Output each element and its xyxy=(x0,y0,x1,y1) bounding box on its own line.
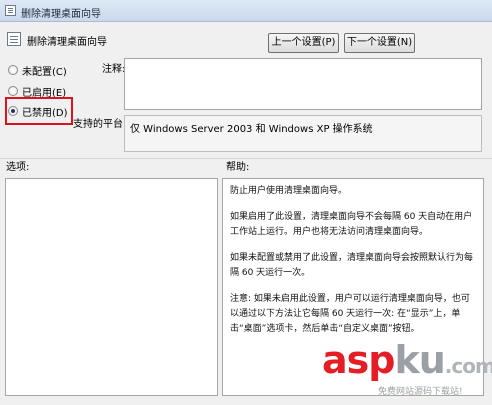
comment-textarea[interactable] xyxy=(124,58,482,110)
window-title: 删除清理桌面向导 xyxy=(21,9,101,20)
watermark-part-b: ku xyxy=(394,338,445,382)
help-label: 帮助: xyxy=(226,162,250,173)
setting-icon xyxy=(7,32,21,46)
radio-button[interactable] xyxy=(8,65,18,75)
radio-label: 未配置(C) xyxy=(22,66,67,78)
watermark-part-c: .com xyxy=(444,354,492,378)
help-paragraph: 防止用户使用清理桌面向导。 xyxy=(230,186,348,196)
highlight-annotation xyxy=(5,97,73,125)
next-setting-button[interactable]: 下一个设置(N) xyxy=(344,33,415,53)
setting-title: 删除清理桌面向导 xyxy=(27,37,107,48)
help-paragraph: 如果启用了此设置，清理桌面向导不会每隔 60 天自动在用户工作站上运行。用户也将… xyxy=(230,212,473,237)
window-titlebar: 删除清理桌面向导 xyxy=(0,0,492,22)
options-label: 选项: xyxy=(6,162,30,173)
radio-button[interactable] xyxy=(8,86,18,96)
platform-value: 仅 Windows Server 2003 和 Windows XP 操作系统 xyxy=(130,124,373,135)
comment-label: 注释: xyxy=(102,64,126,75)
help-paragraph: 如果未配置或禁用了此设置，清理桌面向导会按照默认行为每隔 60 天运行一次。 xyxy=(230,253,474,278)
help-paragraph: 注意: 如果未启用此设置，用户可以运行清理桌面向导，也可以通过以下方法让它每隔 … xyxy=(230,294,470,334)
watermark-part-a: asp xyxy=(322,338,395,382)
policy-icon xyxy=(5,5,16,16)
watermark-subtitle: 免费网站源码下载站! xyxy=(378,387,463,397)
radio-not-configured[interactable]: 未配置(C) xyxy=(8,63,67,78)
platform-field: 仅 Windows Server 2003 和 Windows XP 操作系统 xyxy=(124,115,482,152)
previous-setting-button[interactable]: 上一个设置(P) xyxy=(268,33,339,53)
options-panel xyxy=(5,178,218,396)
platform-label: 支持的平台: xyxy=(73,119,127,130)
watermark-logo: aspku.com xyxy=(322,338,492,388)
site-watermark: aspku.com 免费网站源码下载站! xyxy=(322,338,492,405)
radio-enabled[interactable]: 已启用(E) xyxy=(8,84,66,99)
